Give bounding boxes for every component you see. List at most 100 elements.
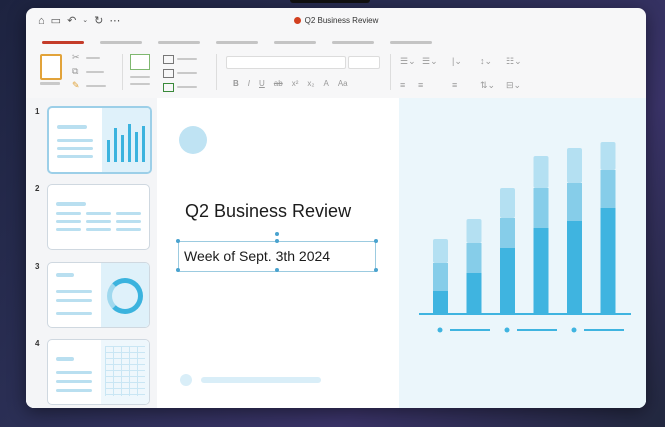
thumb-text-line xyxy=(86,220,111,223)
thumb-bar xyxy=(107,140,110,162)
tab-design[interactable] xyxy=(216,41,258,44)
thumb-bar xyxy=(128,124,131,162)
thumb-text-line xyxy=(56,220,81,223)
thumb-table xyxy=(105,346,145,396)
axis-marker-dot xyxy=(571,327,577,333)
cut-icon[interactable]: ✂ xyxy=(72,52,80,63)
chart-bar-segment xyxy=(600,142,616,170)
tab-draw[interactable] xyxy=(158,41,200,44)
section-label xyxy=(177,86,197,88)
paste-icon[interactable] xyxy=(40,54,62,80)
format-painter-icon[interactable]: ✎ xyxy=(72,80,80,91)
copy-label xyxy=(86,71,104,73)
align-text-icon[interactable]: ⊟⌄ xyxy=(506,80,521,91)
slide-number: 3 xyxy=(35,262,40,271)
powerpoint-window: ⌂ ▭ ↶ ⌄ ↻ ⋯ Q2 Business Review ✂ ⧉ ✎ B I… xyxy=(26,8,646,408)
tab-home[interactable] xyxy=(42,41,84,44)
thumb-text-line xyxy=(116,212,141,215)
font-size-dropdown[interactable] xyxy=(348,56,380,69)
title-bar: ⌂ ▭ ↶ ⌄ ↻ ⋯ Q2 Business Review xyxy=(26,8,646,34)
thumb-text-line xyxy=(57,139,93,142)
thumb-text-line xyxy=(116,228,141,231)
text-direction-icon[interactable]: ⇅⌄ xyxy=(480,80,495,91)
thumb-table-panel xyxy=(101,340,149,404)
section-icon[interactable] xyxy=(163,83,174,92)
slide-number: 2 xyxy=(35,184,40,193)
numbering-icon[interactable]: ☰⌄ xyxy=(422,56,438,67)
slide-number: 1 xyxy=(35,107,40,116)
new-slide-label-2 xyxy=(130,83,150,85)
italic-button[interactable]: I xyxy=(248,79,250,88)
thumb-donut-panel xyxy=(101,263,149,327)
axis-marker-dot xyxy=(437,327,443,333)
chart-bar-segment xyxy=(466,273,482,313)
chart-bar-segment xyxy=(500,248,515,313)
slide-bar-chart[interactable] xyxy=(157,98,646,408)
line-spacing-icon[interactable]: ↕⌄ xyxy=(480,56,492,67)
new-slide-icon[interactable] xyxy=(130,54,150,70)
slide-thumbnails-pane: 1 2 3 4 xyxy=(26,98,158,408)
tab-insert[interactable] xyxy=(100,41,142,44)
slide-thumbnail-3[interactable] xyxy=(47,262,150,328)
chart-bar-segment xyxy=(533,156,549,188)
chart-bar-segment xyxy=(567,148,582,183)
thumb-text-line xyxy=(56,371,92,374)
chart-bar-segment xyxy=(567,183,582,221)
thumb-text-line xyxy=(56,389,92,392)
bold-button[interactable]: B xyxy=(233,79,239,88)
chart-bar-segment xyxy=(600,170,616,208)
thumb-text-line xyxy=(57,147,93,150)
justify-icon[interactable]: ≡ xyxy=(452,80,457,90)
thumb-text-line xyxy=(56,212,81,215)
thumb-donut xyxy=(107,278,143,314)
align-center-icon[interactable]: ≡ xyxy=(418,80,423,90)
superscript-button[interactable]: x² xyxy=(292,79,299,88)
thumb-bar xyxy=(114,128,117,162)
thumb-text-line xyxy=(56,290,92,293)
slide-thumbnail-4[interactable] xyxy=(47,339,150,405)
slide-thumbnail-1[interactable] xyxy=(47,106,152,174)
tab-animations[interactable] xyxy=(332,41,374,44)
powerpoint-icon xyxy=(293,17,301,24)
chart-bar-segment xyxy=(567,221,582,313)
reset-icon[interactable] xyxy=(163,69,174,78)
thumb-bar xyxy=(121,135,124,162)
format-label xyxy=(86,85,106,87)
slide-thumbnail-2[interactable] xyxy=(47,184,150,250)
tab-transitions[interactable] xyxy=(274,41,316,44)
thumb-text-line xyxy=(86,228,111,231)
thumb-text-line xyxy=(56,312,92,315)
columns-icon[interactable]: ☷⌄ xyxy=(506,56,522,67)
thumb-text-line xyxy=(56,228,81,231)
window-title-text: Q2 Business Review xyxy=(304,16,379,25)
paste-label xyxy=(40,82,60,85)
editor-area: 1 2 3 4 Q2 Business Review Week of Sept.… xyxy=(26,98,646,408)
chart-bar-segment xyxy=(533,228,549,313)
ribbon-divider xyxy=(390,54,391,90)
thumb-text-line xyxy=(56,202,86,206)
bullets-icon[interactable]: ☰⌄ xyxy=(400,56,416,67)
chart-bar-segment xyxy=(433,239,448,263)
chart-bar-segment xyxy=(500,188,515,218)
tab-slideshow[interactable] xyxy=(390,41,432,44)
align-left-icon[interactable]: ≡ xyxy=(400,80,405,90)
underline-button[interactable]: U xyxy=(259,79,265,88)
copy-icon[interactable]: ⧉ xyxy=(72,66,78,77)
subscript-button[interactable]: x₂ xyxy=(307,79,314,88)
chart-bar-segment xyxy=(433,291,448,313)
slide-number: 4 xyxy=(35,339,40,348)
change-case-button[interactable]: Aa xyxy=(338,79,348,88)
font-name-dropdown[interactable] xyxy=(226,56,346,69)
indent-icon[interactable]: |⌄ xyxy=(452,56,462,67)
chart-bar-segment xyxy=(466,243,482,273)
font-color-button[interactable]: A xyxy=(323,79,328,88)
layout-icon[interactable] xyxy=(163,55,174,64)
slide-canvas[interactable]: Q2 Business Review Week of Sept. 3th 202… xyxy=(157,98,646,408)
thumb-text-line xyxy=(56,357,74,361)
strikethrough-button[interactable]: ab xyxy=(274,79,283,88)
thumb-chart-panel xyxy=(102,108,150,172)
chart-bar-segment xyxy=(600,208,616,313)
thumb-text-line xyxy=(116,220,141,223)
ribbon: ✂ ⧉ ✎ B I U ab x² x₂ A Aa ☰⌄ ☰⌄ |⌄ ↕⌄ ☷⌄… xyxy=(26,50,646,98)
layout-label xyxy=(177,58,197,60)
